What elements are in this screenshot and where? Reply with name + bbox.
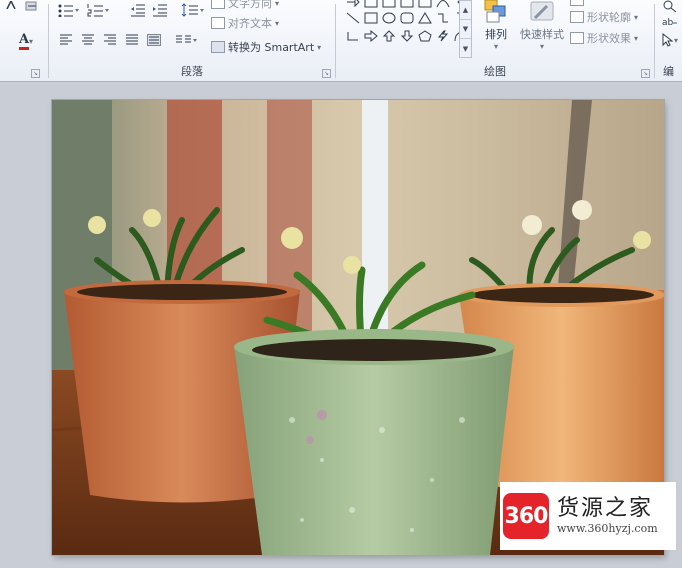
chevron-down-icon: ▾ — [275, 18, 280, 28]
shape-outline-label: 形状轮廓 — [587, 11, 631, 24]
watermark-logo: 360 — [503, 493, 549, 539]
paragraph-group: 文字方向 ▾ 对齐文本 ▾ 转换为 SmartArt ▾ 段落 ↘ — [49, 0, 335, 82]
gallery-scroll-up-icon[interactable]: ▲ — [460, 1, 471, 20]
decrease-indent-button[interactable] — [129, 0, 147, 20]
shapes-gallery-scroll[interactable]: ▲ ▼ ▼ — [459, 0, 472, 58]
clear-format-icon[interactable] — [22, 0, 42, 12]
chevron-down-icon: ▾ — [634, 33, 639, 43]
shape-curve-icon[interactable] — [434, 0, 451, 9]
distributed-button[interactable] — [145, 30, 163, 50]
text-direction-button[interactable]: 文字方向 ▾ — [211, 0, 279, 12]
text-shadow-icon[interactable] — [4, 0, 18, 10]
text-direction-icon — [211, 0, 225, 9]
replace-icon[interactable]: ab — [661, 11, 679, 31]
arrange-label: 排列 — [485, 28, 507, 41]
shape-right-arrow-icon[interactable] — [362, 28, 379, 43]
shape-down-arrow-icon[interactable] — [398, 28, 415, 43]
paragraph-dialog-launcher[interactable]: ↘ — [322, 69, 331, 78]
drawing-dialog-launcher[interactable]: ↘ — [641, 69, 650, 78]
font-group: A ▾ ↘ — [0, 0, 48, 82]
smartart-icon — [211, 41, 225, 53]
align-right-button[interactable] — [101, 30, 119, 50]
shape-rect-icon[interactable] — [362, 0, 379, 9]
shape-lightning-icon[interactable] — [434, 28, 451, 43]
line-spacing-button[interactable] — [181, 0, 205, 20]
cursor-icon — [662, 33, 674, 47]
chevron-down-icon: ▾ — [493, 42, 498, 51]
shape-effects-button[interactable]: 形状效果 ▾ — [570, 29, 638, 47]
ribbon: A ▾ ↘ 文字方向 ▾ 对齐文本 ▾ 转换为 SmartArt ▾ 段落 ↘ … — [0, 0, 682, 82]
watermark: 360 货源之家 www.360hyzj.com — [500, 482, 676, 550]
align-text-label: 对齐文本 — [228, 17, 272, 30]
chevron-down-icon: ▾ — [539, 42, 544, 51]
paragraph-group-label: 段落 — [181, 65, 203, 78]
shape-rect-icon[interactable] — [416, 0, 433, 9]
align-left-button[interactable] — [57, 30, 75, 50]
shape-pentagon-icon[interactable] — [416, 28, 433, 43]
watermark-url: www.360hyzj.com — [557, 522, 658, 535]
quick-styles-button[interactable]: 快速样式 ▾ — [516, 0, 568, 51]
numbering-button[interactable] — [87, 0, 109, 20]
chevron-down-icon: ▾ — [317, 42, 322, 52]
font-color-button[interactable]: A ▾ — [12, 31, 40, 51]
watermark-text: 货源之家 www.360hyzj.com — [557, 496, 658, 536]
shape-outline-icon — [570, 11, 584, 23]
text-direction-label: 文字方向 — [228, 0, 272, 10]
align-center-button[interactable] — [79, 30, 97, 50]
editing-group-label: 编 — [663, 65, 674, 78]
columns-button[interactable] — [175, 30, 199, 50]
align-text-button[interactable]: 对齐文本 ▾ — [211, 14, 279, 32]
drawing-group-label: 绘图 — [484, 65, 506, 78]
shape-arrow-icon[interactable] — [344, 0, 361, 9]
gallery-more-icon[interactable]: ▼ — [460, 39, 471, 58]
convert-smartart-button[interactable]: 转换为 SmartArt ▾ — [211, 38, 321, 56]
chevron-down-icon: ▾ — [29, 36, 34, 46]
drawing-group: ▲ ▼ ▼ 排列 ▾ 快速样式 ▾ 形状轮廓 ▾ 形状效果 ▾ 绘图 ↘ — [336, 0, 654, 82]
shape-up-arrow-icon[interactable] — [380, 28, 397, 43]
font-color-letter: A — [18, 32, 30, 50]
bullets-button[interactable] — [57, 0, 79, 20]
arrange-button[interactable]: 排列 ▾ — [478, 0, 514, 51]
shape-outline-button[interactable]: 形状轮廓 ▾ — [570, 8, 638, 26]
font-dialog-launcher[interactable]: ↘ — [31, 69, 40, 78]
align-text-icon — [211, 17, 225, 29]
arrange-icon — [484, 0, 506, 23]
shape-elbow-icon[interactable] — [434, 10, 451, 25]
chevron-down-icon: ▾ — [673, 35, 678, 45]
svg-text:ab: ab — [662, 18, 674, 27]
quick-styles-label: 快速样式 — [520, 28, 564, 41]
shape-rect-icon[interactable] — [380, 0, 397, 9]
increase-indent-button[interactable] — [151, 0, 169, 20]
shape-rect-icon[interactable] — [362, 10, 379, 25]
shape-line-icon[interactable] — [344, 10, 361, 25]
watermark-site-name: 货源之家 — [557, 496, 654, 521]
shape-rounded-rect-icon[interactable] — [398, 10, 415, 25]
shape-effects-label: 形状效果 — [587, 32, 631, 45]
shape-rect-icon[interactable] — [398, 0, 415, 9]
shape-fill-icon — [570, 0, 584, 6]
shape-triangle-icon[interactable] — [416, 10, 433, 25]
convert-smartart-label: 转换为 SmartArt — [228, 41, 315, 54]
shape-connector-icon[interactable] — [344, 28, 361, 43]
shape-effects-icon — [570, 32, 584, 44]
justify-button[interactable] — [123, 30, 141, 50]
chevron-down-icon: ▾ — [634, 12, 639, 22]
editing-group: ab ▾ 编 — [655, 0, 682, 82]
select-button[interactable]: ▾ — [659, 30, 681, 50]
quick-styles-icon — [530, 1, 554, 21]
gallery-scroll-down-icon[interactable]: ▼ — [460, 20, 471, 39]
chevron-down-icon: ▾ — [275, 0, 280, 8]
shape-oval-icon[interactable] — [380, 10, 397, 25]
